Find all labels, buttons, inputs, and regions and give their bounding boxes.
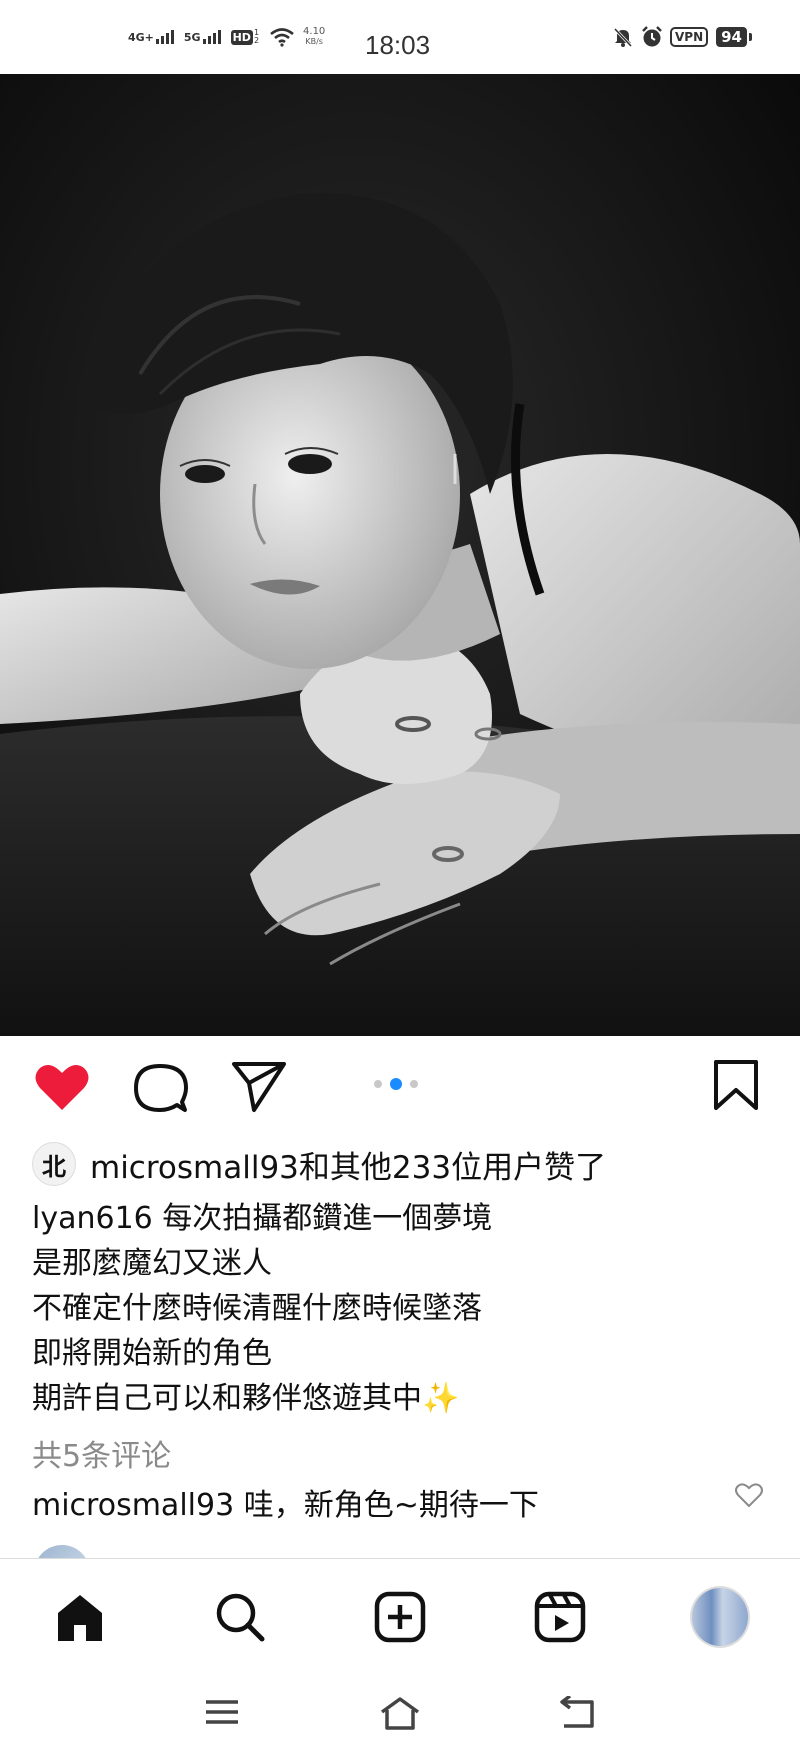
carousel-dot <box>374 1080 382 1088</box>
profile-avatar <box>690 1586 750 1648</box>
reels-icon <box>534 1591 586 1643</box>
like-button[interactable] <box>34 1062 90 1116</box>
menu-icon <box>206 1700 238 1724</box>
network-type-1: 4G+ <box>128 30 154 44</box>
hd-icon: HD 1 2 <box>230 29 260 45</box>
back-icon <box>560 1694 594 1728</box>
bookmark-button[interactable] <box>712 1058 760 1118</box>
post-photo[interactable] <box>0 74 800 1036</box>
carousel-dot <box>410 1080 418 1088</box>
share-icon <box>232 1062 286 1112</box>
network-speed: 4.10 KB/s <box>303 27 325 47</box>
carousel-indicator <box>374 1078 418 1090</box>
comment-row: microsmall93 哇，新角色~期待一下 <box>32 1480 539 1524</box>
system-back-button[interactable] <box>558 1694 598 1734</box>
post-caption: lyan616 每次拍攝都鑽進一個夢境 是那麼魔幻又迷人 不確定什麼時候清醒什麼… <box>32 1196 492 1421</box>
home-outline-icon <box>380 1697 420 1730</box>
hd-label: HD <box>230 29 253 45</box>
comment-button[interactable] <box>132 1060 188 1120</box>
status-right-group: VPN 94 <box>612 22 752 52</box>
nav-reels[interactable] <box>530 1587 590 1647</box>
system-navigation <box>0 1674 800 1760</box>
caption-username[interactable]: lyan616 <box>32 1201 153 1236</box>
bottom-navigation <box>0 1558 800 1675</box>
signal-icon <box>202 30 221 44</box>
caption-line-3: 不確定什麼時候清醒什麼時候墜落 <box>32 1291 482 1326</box>
mute-icon <box>613 27 633 48</box>
heart-outline-icon <box>735 1483 763 1508</box>
signal-group: 4G+ 5G HD 1 2 4.10 KB/s <box>128 22 325 52</box>
status-clock: 18:03 <box>365 30 431 60</box>
system-menu-button[interactable] <box>204 1696 240 1732</box>
home-icon <box>58 1595 102 1641</box>
carousel-dot-active <box>390 1078 402 1090</box>
speed-value: 4.10 <box>303 26 326 37</box>
caption-line-4: 即將開始新的角色 <box>32 1336 272 1371</box>
comment-username[interactable]: microsmall93 <box>32 1488 234 1523</box>
comment-text: 哇，新角色~期待一下 <box>243 1488 539 1523</box>
view-comments-link[interactable]: 共5条评论 <box>32 1431 171 1475</box>
nav-search[interactable] <box>210 1587 270 1647</box>
nav-profile[interactable] <box>690 1586 750 1648</box>
network-type-2: 5G <box>183 30 201 44</box>
heart-filled-icon <box>35 1064 89 1110</box>
comment-icon <box>134 1064 188 1112</box>
signal-icon <box>155 30 174 44</box>
caption-line-2: 是那麼魔幻又迷人 <box>32 1246 272 1281</box>
share-button[interactable] <box>230 1058 288 1118</box>
nav-create[interactable] <box>370 1587 430 1647</box>
bookmark-icon <box>714 1060 758 1110</box>
comment-like-button[interactable] <box>734 1481 764 1513</box>
caption-line-1: lyan616 每次拍攝都鑽進一個夢境 <box>32 1196 492 1241</box>
liker-avatar[interactable]: 北 <box>32 1142 76 1186</box>
caption-text: 每次拍攝都鑽進一個夢境 <box>162 1201 493 1236</box>
alarm-icon <box>642 26 662 47</box>
caption-line-5: 期許自己可以和夥伴悠遊其中✨ <box>32 1381 460 1416</box>
photo-bw-portrait <box>0 74 800 1036</box>
likes-row[interactable]: 北 microsmall93和其他233位用户赞了 <box>32 1142 606 1186</box>
speed-unit: KB/s <box>305 37 323 46</box>
likes-count-text[interactable]: microsmall93和其他233位用户赞了 <box>90 1142 606 1187</box>
status-bar: 4G+ 5G HD 1 2 4.10 KB/s 18:03 VPN 94 <box>0 0 800 74</box>
hd-sub2: 2 <box>253 36 260 45</box>
system-home-button[interactable] <box>378 1696 422 1736</box>
nav-home[interactable] <box>50 1587 110 1647</box>
search-icon <box>216 1593 265 1642</box>
battery-icon: 94 <box>716 27 752 47</box>
vpn-icon: VPN <box>670 27 709 47</box>
wifi-icon <box>270 28 294 47</box>
create-icon <box>374 1591 426 1643</box>
